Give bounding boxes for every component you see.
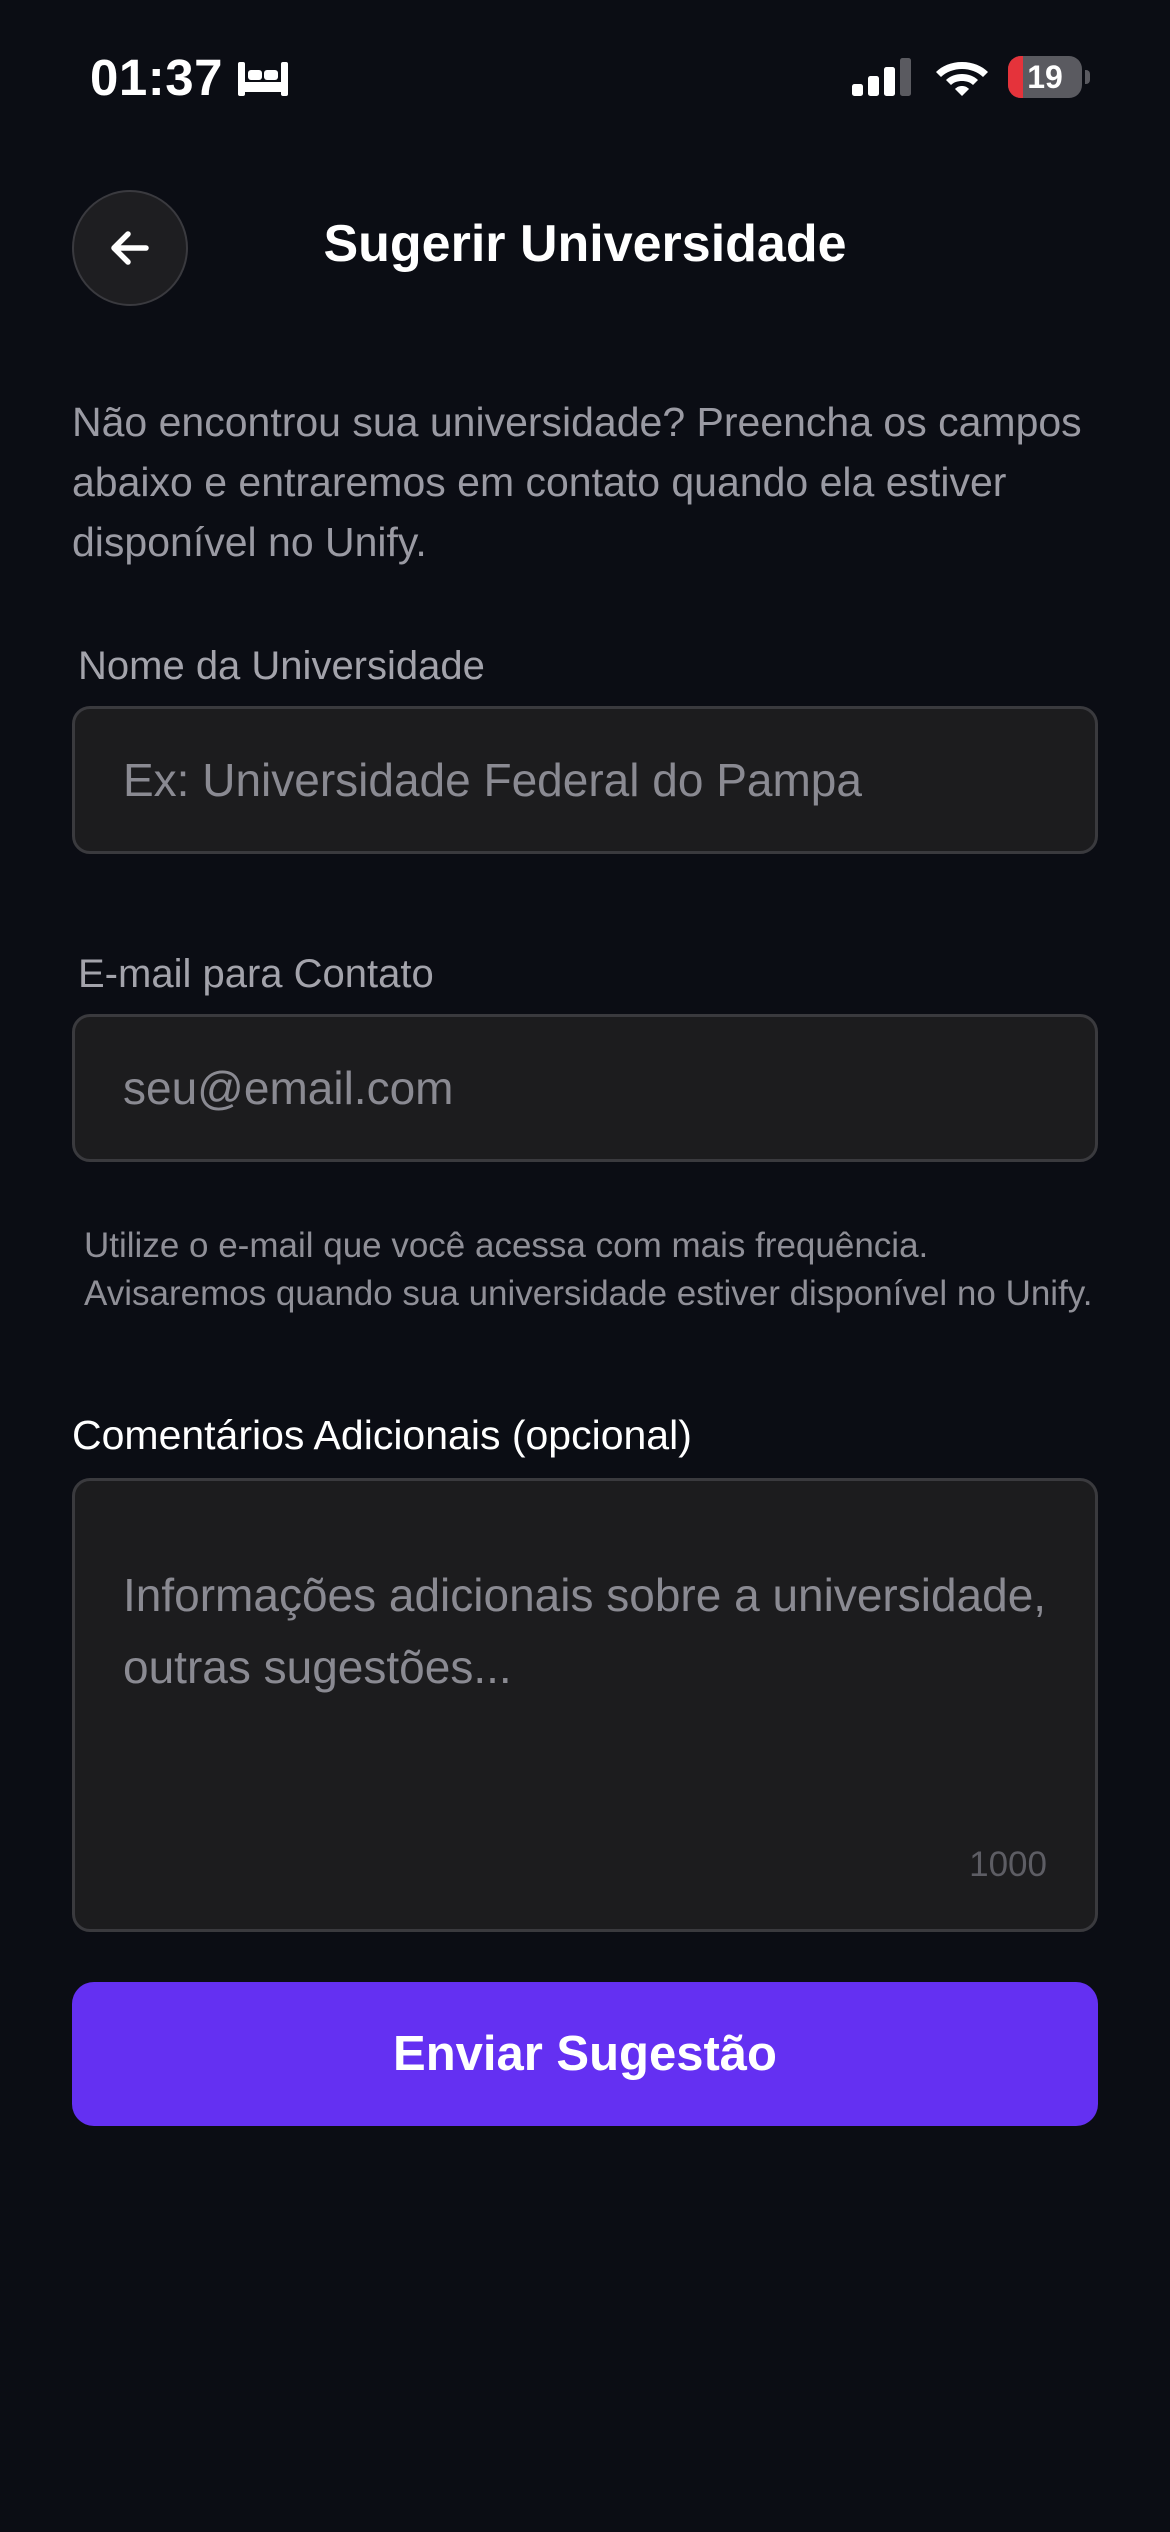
status-bar: 01:37 19 bbox=[0, 0, 1170, 150]
email-label: E-mail para Contato bbox=[78, 952, 434, 996]
email-input[interactable] bbox=[75, 1017, 1095, 1159]
battery-icon: 19 bbox=[1008, 56, 1090, 98]
intro-text: Não encontrou sua universidade? Preencha… bbox=[72, 399, 1082, 565]
email-field[interactable] bbox=[72, 1014, 1098, 1162]
comments-field[interactable]: 1000 bbox=[72, 1478, 1098, 1932]
comments-label: Comentários Adicionais (opcional) bbox=[72, 1412, 692, 1458]
bed-sleep-icon bbox=[238, 62, 288, 96]
comments-textarea[interactable] bbox=[75, 1481, 1095, 1929]
email-helper-text: Utilize o e-mail que você acessa com mai… bbox=[84, 1226, 1093, 1313]
status-time: 01:37 bbox=[90, 49, 223, 106]
character-counter: 1000 bbox=[969, 1845, 1047, 1884]
battery-tip bbox=[1085, 70, 1090, 84]
submit-suggestion-button[interactable]: Enviar Sugestão bbox=[72, 1982, 1098, 2126]
cellular-signal-icon bbox=[852, 58, 911, 96]
wifi-icon bbox=[936, 62, 988, 96]
university-name-label: Nome da Universidade bbox=[78, 644, 485, 688]
university-name-input[interactable] bbox=[75, 709, 1095, 851]
university-name-field[interactable] bbox=[72, 706, 1098, 854]
battery-body: 19 bbox=[1008, 56, 1082, 98]
battery-percentage: 19 bbox=[1027, 59, 1063, 95]
page-title: Sugerir Universidade bbox=[323, 215, 847, 273]
